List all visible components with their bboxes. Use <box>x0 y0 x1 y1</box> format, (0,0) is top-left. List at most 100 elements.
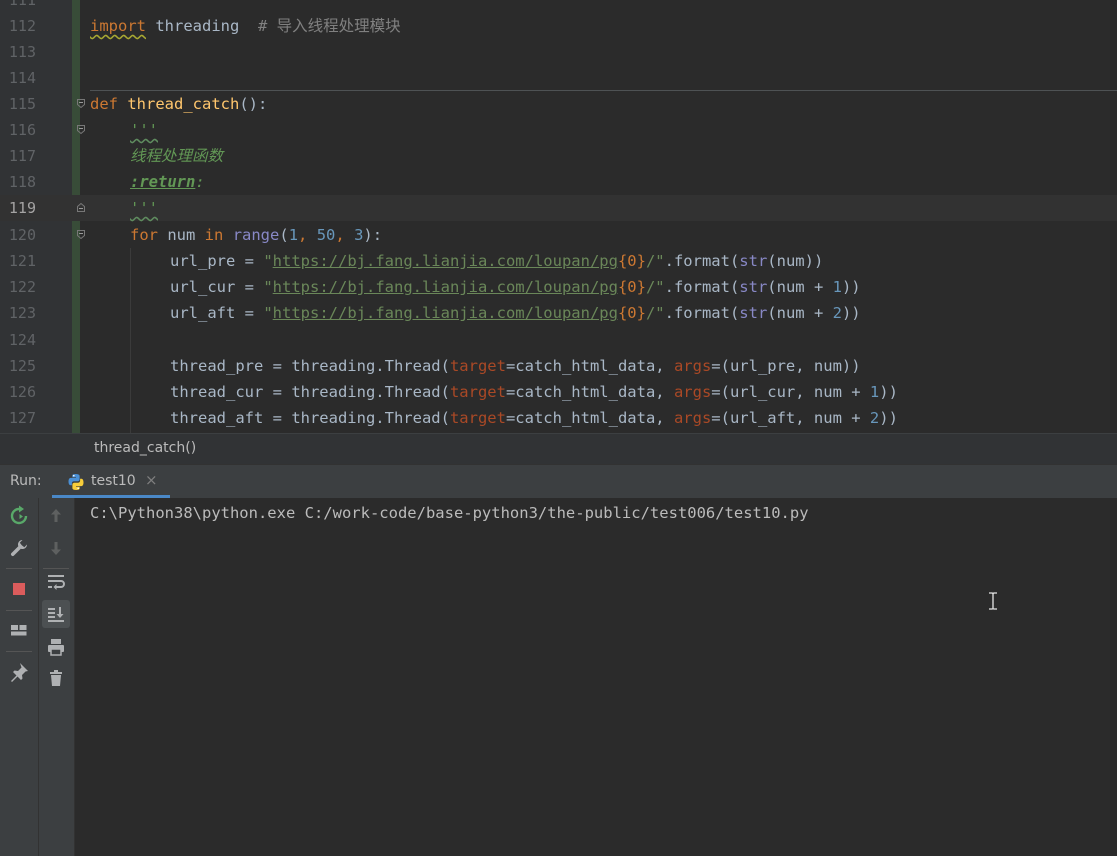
code-text[interactable]: url_aft = "https://bj.fang.lianjia.com/l… <box>170 300 861 326</box>
code-line: 112 import threading # 导入线程处理模块 <box>0 13 1117 39</box>
fold-minus-icon[interactable] <box>77 125 85 134</box>
identifier-token: thread_pre = threading.Thread( <box>170 357 450 375</box>
string-token: /" <box>645 304 665 322</box>
code-line: 126 thread_cur = threading.Thread(target… <box>0 379 1117 405</box>
line-number: 123 <box>8 304 36 322</box>
breadcrumb[interactable]: thread_catch() <box>0 433 1117 464</box>
number-token: 3 <box>354 226 364 244</box>
string-token: " <box>263 278 273 296</box>
trash-icon[interactable] <box>44 666 68 690</box>
run-tab-test10[interactable]: test10 × <box>52 465 170 498</box>
console-output[interactable]: C:\Python38\python.exe C:/work-code/base… <box>90 502 809 524</box>
string-token: /" <box>645 252 665 270</box>
line-number: 117 <box>8 147 36 165</box>
line-number: 120 <box>8 226 36 244</box>
fold-minus-icon[interactable] <box>77 230 85 239</box>
line-number: 118 <box>8 173 36 191</box>
code-line: 116 ''' <box>0 117 1117 143</box>
url-link[interactable]: https://bj.fang.lianjia.com/loupan/pg <box>273 304 618 322</box>
code-line: 127 thread_aft = threading.Thread(target… <box>0 405 1117 431</box>
wrench-icon[interactable] <box>7 536 31 560</box>
punct-token: , <box>335 226 355 244</box>
keyword-token: def <box>90 95 118 113</box>
code-line: 118 :return: <box>0 169 1117 195</box>
identifier-token: url_pre = <box>170 252 264 270</box>
code-text[interactable]: thread_cur = threading.Thread(target=cat… <box>170 379 898 405</box>
line-number: 124 <box>8 331 36 349</box>
print-icon[interactable] <box>44 635 68 659</box>
ide-window: 111 112 import threading # 导入线程处理模块 113 … <box>0 0 1117 856</box>
builtin-token: str <box>739 278 768 296</box>
identifier-token: threading <box>146 17 240 35</box>
pin-icon[interactable] <box>7 660 31 684</box>
code-text[interactable]: thread_aft = threading.Thread(target=cat… <box>170 405 898 431</box>
line-number: 121 <box>8 252 36 270</box>
function-name-token: thread_catch <box>127 95 240 113</box>
number-token: 2 <box>869 409 880 427</box>
code-text[interactable]: thread_pre = threading.Thread(target=cat… <box>170 353 861 379</box>
code-text[interactable]: import threading # 导入线程处理模块 <box>90 13 401 39</box>
punct-token: )) <box>841 278 861 296</box>
code-text[interactable]: :return: <box>130 169 205 195</box>
fold-end-icon[interactable] <box>77 203 85 212</box>
identifier-token: url_aft = <box>170 304 264 322</box>
breadcrumb-item[interactable]: thread_catch() <box>94 440 196 456</box>
code-text[interactable]: ''' <box>130 195 158 221</box>
arrow-up-icon[interactable] <box>44 504 68 528</box>
number-token: 1 <box>869 383 880 401</box>
number-token: 2 <box>832 304 842 322</box>
code-text[interactable]: url_cur = "https://bj.fang.lianjia.com/l… <box>170 274 861 300</box>
builtin-token: str <box>739 304 768 322</box>
identifier-token: num <box>158 226 205 244</box>
code-line: 113 <box>0 39 1117 65</box>
code-text[interactable]: ''' <box>130 117 158 143</box>
code-line: 122 url_cur = "https://bj.fang.lianjia.c… <box>0 274 1117 300</box>
rerun-icon[interactable] <box>7 504 31 528</box>
param-token: args <box>673 409 712 427</box>
text-cursor-icon <box>989 592 997 610</box>
identifier-token: =(url_cur, num + <box>711 383 870 401</box>
run-panel: C:\Python38\python.exe C:/work-code/base… <box>0 498 1117 856</box>
string-token: " <box>263 304 273 322</box>
line-number: 125 <box>8 357 36 375</box>
code-editor[interactable]: 111 112 import threading # 导入线程处理模块 113 … <box>0 0 1117 433</box>
line-number: 119 <box>8 199 36 217</box>
identifier-token: url_cur = <box>170 278 264 296</box>
close-tab-icon[interactable]: × <box>145 471 158 489</box>
keyword-token: import <box>90 17 146 35</box>
identifier-token: .format( <box>664 278 740 296</box>
param-token: target <box>449 409 506 427</box>
code-line: 120 for num in range(1, 50, 3): <box>0 222 1117 248</box>
run-toolbar-primary <box>0 498 39 856</box>
builtin-token: str <box>739 252 768 270</box>
code-line: 115 def thread_catch(): <box>0 91 1117 117</box>
line-number: 116 <box>8 121 36 139</box>
scroll-to-end-icon[interactable] <box>44 602 68 626</box>
param-token: args <box>673 357 712 375</box>
code-text[interactable]: def thread_catch(): <box>90 91 267 117</box>
code-text[interactable]: 线程处理函数 <box>130 143 223 169</box>
fold-minus-icon[interactable] <box>77 99 85 108</box>
url-link[interactable]: https://bj.fang.lianjia.com/loupan/pg <box>273 252 618 270</box>
punct-token: ( <box>279 226 289 244</box>
number-token: 1 <box>288 226 299 244</box>
param-token: target <box>449 357 506 375</box>
line-number: 122 <box>8 278 36 296</box>
keyword-token: for <box>130 226 158 244</box>
code-text[interactable]: url_pre = "https://bj.fang.lianjia.com/l… <box>170 248 823 274</box>
run-label: Run: <box>10 473 42 489</box>
run-panel-header: Run: test10 × <box>0 464 1117 499</box>
identifier-token: thread_cur = threading.Thread( <box>170 383 450 401</box>
stop-icon[interactable] <box>7 577 31 601</box>
docstring-token: ''' <box>130 121 158 139</box>
code-text[interactable]: for num in range(1, 50, 3): <box>130 222 382 248</box>
layout-icon[interactable] <box>7 618 31 642</box>
string-token: " <box>263 252 273 270</box>
python-icon <box>68 474 84 490</box>
docstring-token: : <box>195 173 205 191</box>
arrow-down-icon[interactable] <box>44 536 68 560</box>
soft-wrap-icon[interactable] <box>44 570 68 594</box>
indent-guide <box>130 248 131 433</box>
punct-token: )) <box>879 409 898 427</box>
url-link[interactable]: https://bj.fang.lianjia.com/loupan/pg <box>273 278 618 296</box>
